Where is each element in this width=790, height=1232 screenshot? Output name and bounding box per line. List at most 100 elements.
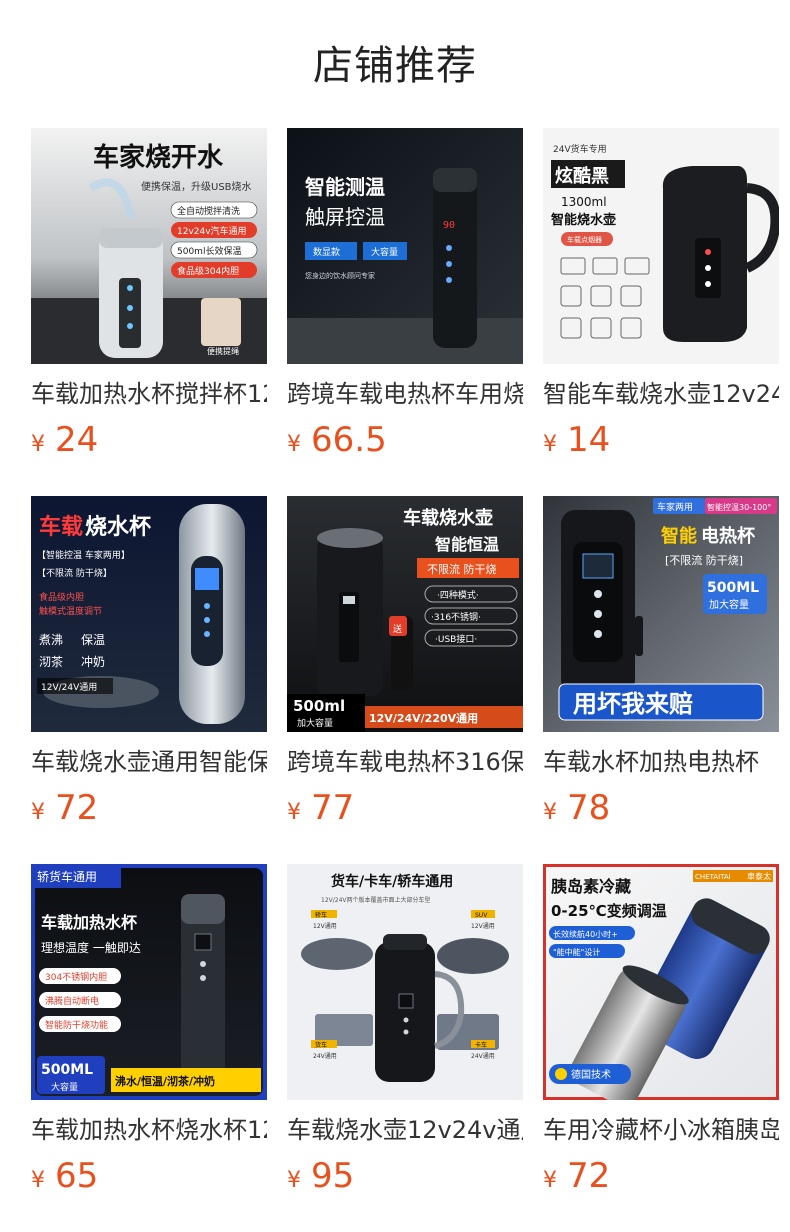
product-name[interactable]: 跨境车载电热杯316保温杯	[287, 746, 523, 778]
image-text: 便携保温，升级USB烧水	[141, 180, 252, 193]
product-price: ¥ 65	[31, 1156, 267, 1202]
currency-symbol: ¥	[31, 1168, 45, 1193]
image-text: 长效续航40小时+	[553, 929, 618, 939]
price-value: 77	[311, 788, 355, 828]
image-text: 12v24v汽车通用	[177, 225, 247, 237]
image-text: 500ML	[41, 1062, 93, 1078]
image-text: 【不限流 防干烧】	[37, 567, 112, 579]
product-card[interactable]: 90 智能测温 触屏控温 数显款 大容量 您身边的饮水顾问专家 跨境车载电热杯车…	[287, 128, 523, 496]
product-image[interactable]: 车载 烧水杯 【智能控温 车家两用】 【不限流 防干烧】 食品级内胆 触模式温度…	[31, 496, 267, 732]
product-image[interactable]: 90 智能测温 触屏控温 数显款 大容量 您身边的饮水顾问专家	[287, 128, 523, 364]
product-card[interactable]: 24V货车专用 炫酷黑 1300ml 智能烧水壶 车载点烟器 智能车载烧水壶12…	[543, 128, 779, 496]
image-text: 大容量	[371, 246, 398, 258]
product-name[interactable]: 车载烧水壶12v24v通用	[287, 1114, 523, 1146]
image-text: 24V通用	[471, 1052, 495, 1060]
image-text: 车家两用	[657, 501, 693, 513]
image-text: 卡车	[475, 1041, 487, 1049]
product-image[interactable]: 24V货车专用 炫酷黑 1300ml 智能烧水壶 车载点烟器	[543, 128, 779, 364]
image-text: ·四种模式·	[437, 589, 479, 601]
page-header: 店铺推荐	[0, 0, 790, 128]
image-text: 12V通用	[471, 922, 495, 930]
image-text: SUV	[475, 912, 488, 919]
image-text: 12V/24V通用	[41, 682, 97, 693]
image-text: 304不锈钢内胆	[45, 971, 107, 983]
image-text: ·316不锈钢·	[431, 611, 481, 623]
image-text: 车载点烟器	[567, 235, 602, 244]
image-text: 车载	[39, 514, 83, 540]
image-text: "能中能"设计	[553, 947, 600, 957]
svg-text:90: 90	[443, 220, 455, 231]
image-text: 智能控温30-100°	[707, 502, 771, 512]
image-text: 1300ml	[561, 195, 607, 209]
image-text: 货车	[315, 1041, 327, 1049]
product-price: ¥ 24	[31, 420, 267, 466]
image-text: 炫酷黑	[555, 165, 609, 187]
product-price: ¥ 72	[543, 1156, 779, 1202]
product-name[interactable]: 车载烧水壶通用智能保温杯	[31, 746, 267, 778]
image-text: 车载加热水杯	[41, 913, 138, 932]
price-value: 65	[55, 1156, 99, 1196]
product-card[interactable]: 货车/卡车/轿车通用 12V/24V两个版本覆盖市面上大部分车型 轿车 12V通…	[287, 864, 523, 1232]
product-card[interactable]: 车家两用 智能控温30-100° 智能 电热杯 [不限流 防干烧] 500ML …	[543, 496, 779, 864]
image-text: 車泰太	[747, 871, 771, 881]
product-card[interactable]: 胰岛素冷藏 0-25℃变频调温 长效续航40小时+ "能中能"设计 CHETAI…	[543, 864, 779, 1232]
image-text: 智能防干烧功能	[45, 1019, 108, 1031]
product-name[interactable]: 车载加热水杯烧水杯12v	[31, 1114, 267, 1146]
image-text: 食品级304内胆	[177, 265, 239, 277]
product-name[interactable]: 车用冷藏杯小冰箱胰岛素	[543, 1114, 779, 1146]
product-grid: 车家烧开水 便携保温，升级USB烧水 全自动搅拌清洗 12v24v汽车通用 50…	[31, 128, 790, 1232]
image-text: 加大容量	[297, 717, 333, 729]
product-card[interactable]: 车载 烧水杯 【智能控温 车家两用】 【不限流 防干烧】 食品级内胆 触模式温度…	[31, 496, 267, 864]
price-value: 78	[567, 788, 611, 828]
image-text: 不限流 防干烧	[427, 562, 497, 576]
price-value: 24	[55, 420, 99, 460]
page-title: 店铺推荐	[313, 43, 477, 89]
image-text: 【智能控温 车家两用】	[37, 549, 130, 561]
product-image[interactable]: 货车/卡车/轿车通用 12V/24V两个版本覆盖市面上大部分车型 轿车 12V通…	[287, 864, 523, 1100]
currency-symbol: ¥	[287, 432, 301, 457]
image-text: 12V/24V两个版本覆盖市面上大部分车型	[321, 896, 431, 904]
product-image[interactable]: 胰岛素冷藏 0-25℃变频调温 长效续航40小时+ "能中能"设计 CHETAI…	[543, 864, 779, 1100]
price-value: 95	[311, 1156, 355, 1196]
image-text: 全自动搅拌清洗	[177, 205, 240, 217]
product-name[interactable]: 智能车载烧水壶12v24v	[543, 378, 779, 410]
product-name[interactable]: 跨境车载电热杯车用烧水杯	[287, 378, 523, 410]
image-text: 车载烧水壶	[403, 507, 493, 529]
image-text: 0-25℃变频调温	[551, 902, 667, 920]
currency-symbol: ¥	[543, 432, 557, 457]
product-image[interactable]: 车家烧开水 便携保温，升级USB烧水 全自动搅拌清洗 12v24v汽车通用 50…	[31, 128, 267, 364]
currency-symbol: ¥	[287, 800, 301, 825]
image-text: 货车/卡车/轿车通用	[330, 873, 453, 890]
image-text: 食品级内胆	[39, 591, 84, 603]
image-text: 送	[393, 623, 402, 635]
image-text: 电热杯	[701, 525, 756, 547]
product-name[interactable]: 车载加热水杯搅拌杯12v24v	[31, 378, 267, 410]
image-text: 触模式温度调节	[39, 605, 102, 617]
price-value: 72	[55, 788, 99, 828]
image-text: 沏茶	[39, 654, 63, 669]
product-card[interactable]: 车家烧开水 便携保温，升级USB烧水 全自动搅拌清洗 12v24v汽车通用 50…	[31, 128, 267, 496]
product-card[interactable]: 车载烧水壶 智能恒温 不限流 防干烧 ·四种模式· ·316不锈钢· ·USB接…	[287, 496, 523, 864]
image-text: 烧水杯	[85, 515, 151, 540]
image-text: 轿车	[315, 911, 327, 919]
product-image[interactable]: 车载烧水壶 智能恒温 不限流 防干烧 ·四种模式· ·316不锈钢· ·USB接…	[287, 496, 523, 732]
image-text: 理想温度 一触即达	[41, 940, 141, 955]
price-value: 14	[567, 420, 611, 460]
image-text: 24V货车专用	[553, 143, 607, 155]
image-text: 煮沸	[39, 633, 63, 647]
product-image[interactable]: 轿货车通用 车载加热水杯 理想温度 一触即达 304不锈钢内胆 沸腾自动断电 智…	[31, 864, 267, 1100]
product-name[interactable]: 车载水杯加热电热杯	[543, 746, 779, 778]
image-text: 沸水/恒温/沏茶/冲奶	[115, 1074, 215, 1088]
image-text: 500ml	[293, 697, 345, 715]
product-image[interactable]: 车家两用 智能控温30-100° 智能 电热杯 [不限流 防干烧] 500ML …	[543, 496, 779, 732]
price-value: 72	[567, 1156, 611, 1196]
product-card[interactable]: 轿货车通用 车载加热水杯 理想温度 一触即达 304不锈钢内胆 沸腾自动断电 智…	[31, 864, 267, 1232]
image-text: 轿货车通用	[37, 869, 97, 884]
image-text: 智能	[661, 525, 697, 547]
image-text: 触屏控温	[305, 205, 385, 229]
currency-symbol: ¥	[543, 1168, 557, 1193]
image-text: 保温	[81, 633, 105, 647]
image-text: 用坏我来赔	[573, 690, 693, 718]
price-value: 66.5	[311, 420, 387, 460]
currency-symbol: ¥	[543, 800, 557, 825]
